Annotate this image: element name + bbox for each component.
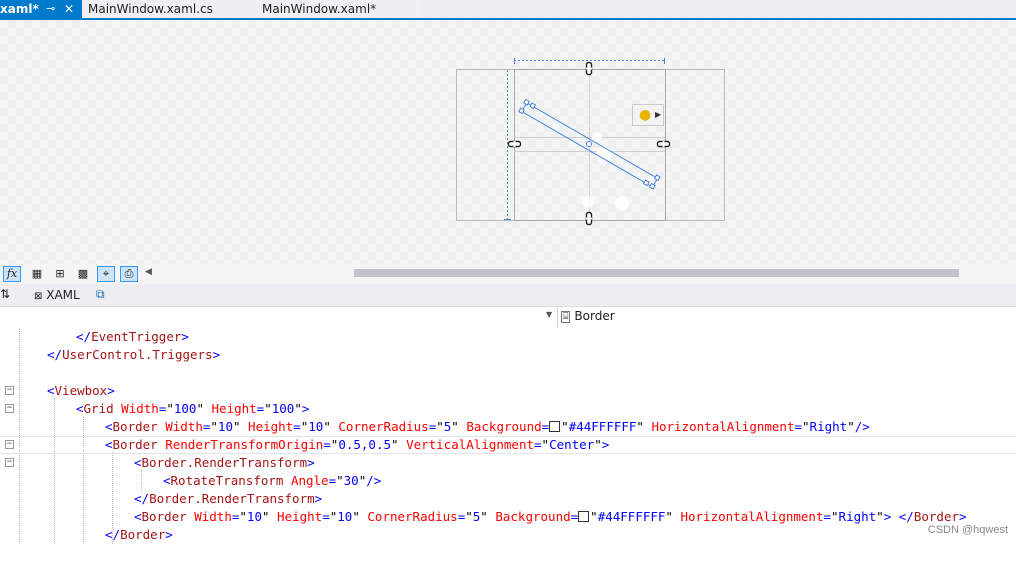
transform-origin-handle[interactable]	[586, 141, 592, 147]
design-artboard[interactable]	[0, 20, 1016, 264]
code-line: </UserControl.Triggers>	[0, 346, 1016, 364]
xaml-tab-label: XAML	[46, 288, 80, 302]
member-dropdown-value: Border	[574, 309, 615, 323]
tab-label: MainWindow.xaml.cs	[88, 2, 213, 16]
code-line: <RotateTransform Angle="30"/>	[0, 472, 1016, 490]
xaml-tab-icon: ⊠	[34, 291, 43, 302]
tab-active-xaml[interactable]: xaml* ⊸ ✕	[0, 0, 82, 19]
pane-split-bar: ⇅ ⊠ XAML ⧉	[0, 284, 1016, 306]
left-anchor-icon[interactable]	[507, 140, 522, 148]
snap-snaplines-button[interactable]: ⌖	[97, 266, 115, 282]
snap-gridlines-icon: ⊞	[55, 267, 65, 280]
right-anchor-icon[interactable]	[656, 140, 671, 148]
xaml-code-editor[interactable]: </EventTrigger> </UserControl.Triggers> …	[0, 328, 1016, 544]
lightbulb-icon: ●	[639, 107, 652, 123]
tab-mainwindow-xaml-cs[interactable]: MainWindow.xaml.cs	[82, 0, 242, 19]
dot-shape	[582, 196, 594, 208]
code-line: </Border>	[0, 526, 1016, 544]
code-text: </EventTrigger>	[76, 329, 189, 344]
pin-icon[interactable]: ⊸	[46, 0, 55, 18]
popout-icon[interactable]: ⧉	[96, 287, 105, 302]
dot-shape	[592, 132, 602, 142]
design-surface[interactable]: ● ▶	[0, 20, 1016, 264]
code-line: − <Grid Width="100" Height="100">	[0, 400, 1016, 418]
resize-handle[interactable]	[653, 174, 661, 182]
snap-snaplines-icon: ⌖	[102, 267, 110, 280]
fold-toggle-icon[interactable]: −	[5, 458, 14, 467]
fx-icon: fx	[6, 267, 18, 280]
member-dropdown[interactable]: ⌸ Border	[561, 307, 615, 327]
element-icon: ⌸	[561, 311, 571, 323]
navigation-bar: ▼ ⌸ Border	[0, 306, 1016, 329]
type-dropdown[interactable]: ▼	[0, 307, 558, 327]
document-tab-strip: xaml* ⊸ ✕ MainWindow.xaml.cs MainWindow.…	[0, 0, 1016, 20]
quick-actions-button[interactable]: ● ▶	[632, 104, 664, 126]
tab-xaml[interactable]: ⊠ XAML	[30, 286, 84, 304]
dot-shape	[615, 196, 629, 210]
watermark-text: CSDN @hqwest	[927, 524, 1008, 536]
checkerboard-icon: ▩	[77, 267, 89, 280]
top-anchor-icon[interactable]	[585, 61, 593, 76]
expand-arrow-icon: ▶	[655, 110, 662, 119]
code-text: </Border>	[105, 527, 173, 542]
code-text: <Border Width="10" Height="10" CornerRad…	[134, 509, 967, 524]
checkerboard-button[interactable]: ▩	[74, 266, 92, 282]
snap-gridlines-button[interactable]: ⊞	[51, 266, 69, 282]
dot-shape	[596, 147, 612, 163]
bottom-anchor-icon[interactable]	[585, 211, 593, 226]
swap-panes-icon[interactable]: ⇅	[0, 287, 10, 301]
code-line: <Border Width="10" Height="10" CornerRad…	[0, 508, 1016, 526]
tab-label: xaml*	[0, 2, 39, 16]
grid-icon: ▦	[31, 267, 43, 280]
fold-toggle-icon[interactable]: −	[5, 404, 14, 413]
horizontal-scrollbar-thumb[interactable]	[354, 269, 959, 277]
project-code-button[interactable]: ⎙	[120, 266, 138, 282]
designer-toolbar: fx ▦ ⊞ ▩ ⌖ ⎙ ◀	[0, 264, 1016, 284]
code-text: <RotateTransform Angle="30"/>	[163, 473, 382, 488]
chevron-down-icon: ▼	[546, 310, 553, 319]
fx-button[interactable]: fx	[3, 266, 21, 282]
code-text: <Viewbox>	[47, 383, 115, 398]
color-swatch[interactable]	[578, 511, 590, 522]
code-line: </Border.RenderTransform>	[0, 490, 1016, 508]
code-text: <Border.RenderTransform>	[134, 455, 315, 470]
code-line: <Border Width="10" Height="10" CornerRad…	[0, 418, 1016, 436]
code-line: </EventTrigger>	[0, 328, 1016, 346]
color-swatch[interactable]	[549, 421, 561, 432]
code-text: </UserControl.Triggers>	[47, 347, 221, 362]
code-text: <Border RenderTransformOrigin="0.5,0.5" …	[105, 437, 610, 452]
fold-toggle-icon[interactable]: −	[5, 386, 14, 395]
close-icon[interactable]: ✕	[64, 0, 74, 18]
grid-button[interactable]: ▦	[28, 266, 46, 282]
fold-toggle-icon[interactable]: −	[5, 440, 14, 449]
code-text: <Border Width="10" Height="10" CornerRad…	[105, 419, 870, 434]
code-line-current: − <Border RenderTransformOrigin="0.5,0.5…	[0, 436, 1016, 454]
project-code-icon: ⎙	[124, 267, 134, 280]
code-text: <Grid Width="100" Height="100">	[76, 401, 310, 416]
tab-label: MainWindow.xaml*	[262, 2, 377, 16]
code-line: − <Border.RenderTransform>	[0, 454, 1016, 472]
code-line: − <Viewbox>	[0, 382, 1016, 400]
code-text: </Border.RenderTransform>	[134, 491, 323, 506]
collapse-arrow-icon[interactable]: ◀	[145, 267, 152, 277]
tab-mainwindow-xaml[interactable]: MainWindow.xaml*	[242, 0, 420, 19]
